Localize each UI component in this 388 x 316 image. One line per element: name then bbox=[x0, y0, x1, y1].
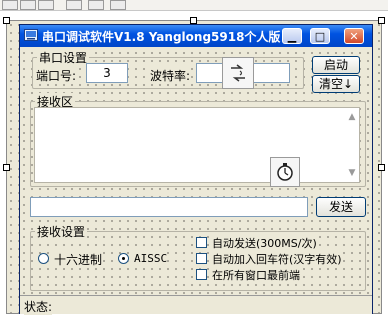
scroll-down-icon[interactable]: ▼ bbox=[345, 166, 359, 180]
resize-handle[interactable] bbox=[378, 164, 385, 171]
toolbar-button[interactable] bbox=[38, 0, 54, 10]
serial-port-component[interactable] bbox=[222, 57, 254, 89]
toolbar-button[interactable] bbox=[110, 0, 126, 10]
title-bar[interactable]: 串口调试软件V1.8 Yanglong5918个人版 ▁ □ ✕ bbox=[20, 25, 372, 47]
toolbar-button[interactable] bbox=[2, 0, 18, 10]
toolbar-button[interactable] bbox=[66, 0, 82, 10]
toolbar-button[interactable] bbox=[88, 0, 104, 10]
resize-handle[interactable] bbox=[3, 164, 10, 171]
status-bar: 状态: bbox=[20, 295, 372, 315]
port-value: 3 bbox=[103, 66, 111, 80]
toolbar-button[interactable] bbox=[20, 0, 36, 10]
port-label: 端口号: bbox=[36, 67, 77, 84]
maximize-icon: □ bbox=[314, 30, 326, 43]
port-input[interactable]: 3 bbox=[86, 63, 128, 83]
receive-settings-label: 接收设置 bbox=[35, 223, 88, 240]
start-button-label: 启动 bbox=[323, 58, 348, 72]
resize-handle[interactable] bbox=[3, 17, 10, 24]
send-input[interactable] bbox=[30, 197, 308, 217]
receive-textarea[interactable]: ▲ ▼ bbox=[34, 107, 360, 183]
form-window: 串口调试软件V1.8 Yanglong5918个人版 ▁ □ ✕ 串口设置 端口… bbox=[19, 24, 373, 315]
add-newline-checkbox[interactable] bbox=[196, 253, 207, 264]
send-button-label: 发送 bbox=[328, 200, 353, 214]
minimize-icon: ▁ bbox=[287, 30, 297, 43]
serial-settings-label: 串口设置 bbox=[37, 49, 90, 66]
maximize-button[interactable]: □ bbox=[310, 28, 330, 44]
always-on-top-checkbox[interactable] bbox=[196, 269, 207, 280]
auto-send-label: 自动发送(300MS/次) bbox=[212, 235, 317, 251]
send-button[interactable]: 发送 bbox=[316, 197, 366, 217]
timer-component-icon bbox=[277, 163, 293, 181]
close-icon: ✕ bbox=[349, 30, 359, 43]
resize-handle[interactable] bbox=[190, 17, 197, 24]
minimize-button[interactable]: ▁ bbox=[282, 28, 302, 44]
app-icon bbox=[24, 29, 38, 41]
baud-label: 波特率: bbox=[150, 67, 191, 84]
always-on-top-label: 在所有窗口最前端 bbox=[212, 267, 300, 283]
clear-button[interactable]: 清空↓ bbox=[312, 75, 360, 93]
hex-radio[interactable] bbox=[38, 253, 49, 264]
ascii-radio-label: AISSC bbox=[134, 252, 168, 265]
close-button[interactable]: ✕ bbox=[344, 28, 364, 44]
timer-component[interactable] bbox=[270, 157, 300, 187]
ascii-radio[interactable] bbox=[118, 253, 129, 264]
auto-send-checkbox[interactable] bbox=[196, 237, 207, 248]
clear-button-label: 清空↓ bbox=[318, 77, 354, 91]
status-label: 状态: bbox=[24, 298, 53, 315]
window-title: 串口调试软件V1.8 Yanglong5918个人版 bbox=[42, 30, 281, 44]
serial-port-component-icon bbox=[231, 64, 245, 82]
start-button[interactable]: 启动 bbox=[312, 56, 360, 74]
resize-handle[interactable] bbox=[378, 17, 385, 24]
add-newline-label: 自动加入回车符(汉字有效) bbox=[212, 251, 342, 267]
designer-toolbar bbox=[0, 0, 388, 11]
hex-radio-label: 十六进制 bbox=[54, 251, 103, 268]
scroll-up-icon[interactable]: ▲ bbox=[345, 110, 359, 124]
